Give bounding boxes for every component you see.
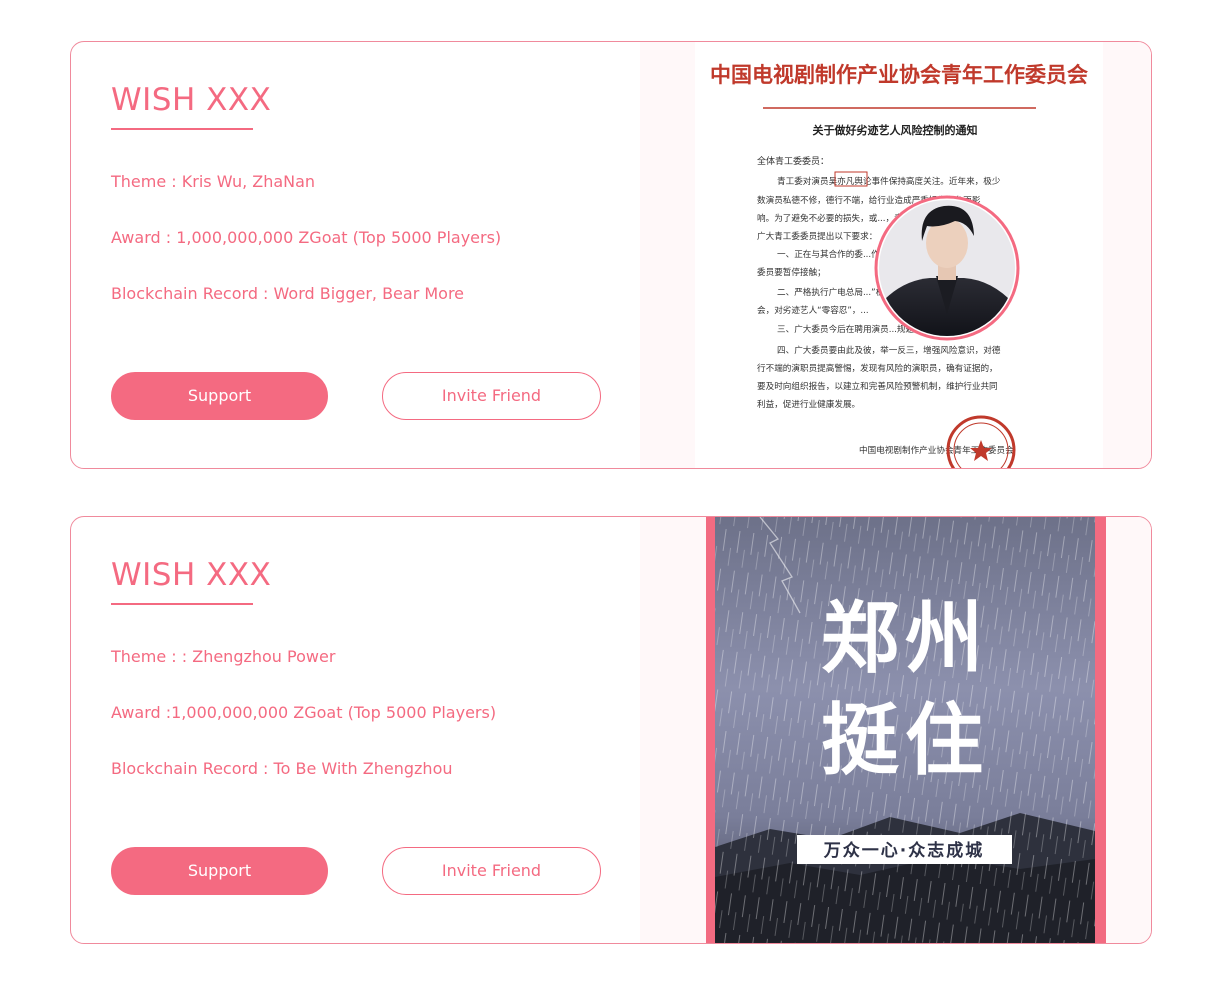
document-line: 二、严格执行广电总局...”机 — [777, 286, 885, 298]
theme-text: Theme : : Zhengzhou Power — [111, 647, 336, 666]
document-line: 委员要暂停接触； — [757, 266, 826, 278]
award-text: Award :1,000,000,000 ZGoat (Top 5000 Pla… — [111, 703, 497, 722]
card-image: 郑州 挺住 万众一心·众志成城 — [640, 517, 1151, 943]
blockchain-record-text: Blockchain Record : Word Bigger, Bear Mo… — [111, 284, 465, 303]
card-title: WISH XXX — [111, 82, 272, 118]
document-line: 四、广大委员要由此及彼，举一反三，增强风险意识，对德 — [777, 344, 1001, 356]
invite-friend-button[interactable]: Invite Friend — [382, 372, 601, 420]
award-text: Award : 1,000,000,000 ZGoat (Top 5000 Pl… — [111, 228, 502, 247]
wish-card: WISH XXX Theme : Kris Wu, ZhaNan Award :… — [70, 41, 1152, 469]
document-line: 广大青工委委员提出以下要求： — [757, 230, 877, 242]
support-button[interactable]: Support — [111, 372, 328, 420]
poster-banner-text: 万众一心·众志成城 — [823, 840, 984, 861]
theme-text: Theme : Kris Wu, ZhaNan — [111, 172, 316, 191]
card-image: 中国电视剧制作产业协会青年工作委员会 关于做好劣迹艺人风险控制的通知 全体青工委… — [640, 42, 1151, 468]
rainstorm-poster: 郑州 挺住 万众一心·众志成城 — [706, 517, 1106, 943]
document-salutation: 全体青工委委员： — [757, 155, 829, 167]
document-signature: 中国电视剧制作产业协会青年工作委员会 — [859, 444, 1014, 456]
document-line: 一、正在与其合作的委...作的 — [777, 248, 888, 260]
card-title: WISH XXX — [111, 557, 272, 593]
document-line: 青工委对演员吴亦凡舆论事件保持高度关注。近年来，极少 — [777, 175, 1001, 187]
poster-calligraphy-line2: 挺住 — [821, 695, 989, 786]
title-underline — [111, 603, 253, 605]
document-subheading: 关于做好劣迹艺人风险控制的通知 — [813, 123, 978, 137]
document-line: 会，对劣迹艺人“零容忍”，... — [757, 304, 869, 316]
poster-calligraphy-line1: 郑州 — [821, 593, 989, 684]
wish-card: WISH XXX Theme : : Zhengzhou Power Award… — [70, 516, 1152, 944]
support-button[interactable]: Support — [111, 847, 328, 895]
invite-friend-button[interactable]: Invite Friend — [382, 847, 601, 895]
document-line: 要及时向组织报告，以建立和完善风险预警机制，维护行业共同 — [757, 380, 998, 392]
document-line: 行不端的演职员提高警惕，发现有风险的演职员，确有证据的， — [757, 362, 998, 374]
blockchain-record-text: Blockchain Record : To Be With Zhengzhou — [111, 759, 453, 778]
title-underline — [111, 128, 253, 130]
document-line: 利益，促进行业健康发展。 — [757, 398, 860, 410]
document-heading: 中国电视剧制作产业协会青年工作委员会 — [710, 62, 1088, 87]
